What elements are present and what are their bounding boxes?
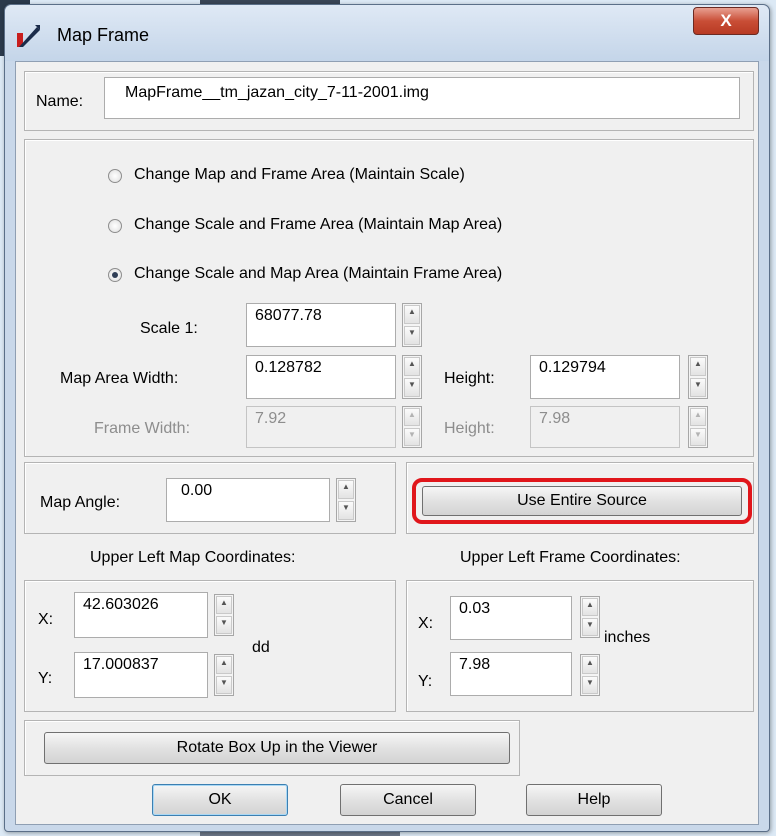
frame-y-spinner[interactable]: ▲ ▼: [580, 654, 600, 696]
map-area-width-label: Map Area Width:: [60, 370, 179, 387]
spin-down-icon: ▼: [220, 678, 228, 687]
frame-x-spinner[interactable]: ▲ ▼: [580, 596, 600, 638]
radio-maintain-map-area[interactable]: [108, 219, 122, 233]
highlight-box: [412, 478, 752, 524]
scale-field[interactable]: 68077.78: [246, 303, 396, 347]
frame-y-field[interactable]: 7.98: [450, 652, 572, 696]
map-frame-icon: [17, 25, 40, 47]
frame-x-field[interactable]: 0.03: [450, 596, 572, 640]
rotate-box-button[interactable]: Rotate Box Up in the Viewer: [44, 732, 510, 764]
name-field[interactable]: MapFrame__tm_jazan_city_7-11-2001.img: [104, 77, 740, 119]
spin-up-icon: ▲: [408, 359, 416, 368]
frame-unit-label: inches: [604, 629, 651, 646]
option-label: Change Scale and Frame Area (Maintain Ma…: [134, 216, 503, 233]
spin-down-icon: ▼: [408, 380, 416, 389]
spin-up-icon: ▲: [408, 307, 416, 316]
map-y-field[interactable]: 17.000837: [74, 652, 208, 698]
title-bar[interactable]: Map Frame X: [5, 5, 769, 61]
map-x-label: X:: [38, 611, 54, 628]
spin-down-icon: ▼: [408, 430, 416, 439]
spin-down-icon: ▼: [586, 678, 594, 687]
map-angle-spinner[interactable]: ▲ ▼: [336, 478, 356, 522]
frame-width-field: 7.92: [246, 406, 396, 448]
frame-coords-title: Upper Left Frame Coordinates:: [460, 549, 681, 566]
option-label: Change Scale and Map Area (Maintain Fram…: [134, 265, 503, 282]
map-y-label: Y:: [38, 670, 53, 687]
map-coords-title: Upper Left Map Coordinates:: [90, 549, 296, 566]
map-area-width-field[interactable]: 0.128782: [246, 355, 396, 399]
spin-up-icon: ▲: [220, 658, 228, 667]
map-area-height-label: Height:: [444, 370, 495, 387]
spin-up-icon: ▲: [694, 410, 702, 419]
option-label: Change Map and Frame Area (Maintain Scal…: [134, 166, 465, 183]
radio-maintain-frame-area[interactable]: [108, 268, 122, 282]
spin-down-icon: ▼: [220, 618, 228, 627]
close-button[interactable]: X: [693, 7, 759, 35]
ok-button[interactable]: OK: [152, 784, 288, 816]
map-frame-dialog: Map Frame X Name: MapFrame__tm_jazan_cit…: [4, 4, 770, 832]
spin-down-icon: ▼: [342, 503, 350, 512]
spin-down-icon: ▼: [586, 620, 594, 629]
frame-width-label: Frame Width:: [94, 420, 191, 437]
spin-up-icon: ▲: [586, 658, 594, 667]
spin-up-icon: ▲: [342, 482, 350, 491]
spin-up-icon: ▲: [586, 600, 594, 609]
spin-down-icon: ▼: [408, 328, 416, 337]
frame-height-field: 7.98: [530, 406, 680, 448]
map-area-width-spinner[interactable]: ▲ ▼: [402, 355, 422, 399]
spin-down-icon: ▼: [694, 430, 702, 439]
frame-y-label: Y:: [418, 673, 433, 690]
spin-up-icon: ▲: [220, 598, 228, 607]
map-area-height-spinner[interactable]: ▲ ▼: [688, 355, 708, 399]
spin-up-icon: ▲: [694, 359, 702, 368]
map-angle-label: Map Angle:: [40, 494, 121, 511]
spin-down-icon: ▼: [694, 380, 702, 389]
dialog-title: Map Frame: [57, 25, 150, 45]
frame-width-spinner: ▲ ▼: [402, 406, 422, 448]
map-x-field[interactable]: 42.603026: [74, 592, 208, 638]
scale-spinner[interactable]: ▲ ▼: [402, 303, 422, 347]
map-x-spinner[interactable]: ▲ ▼: [214, 594, 234, 636]
scale-label: Scale 1:: [140, 320, 198, 337]
radio-maintain-scale[interactable]: [108, 169, 122, 183]
name-label: Name:: [36, 93, 84, 110]
help-button[interactable]: Help: [526, 784, 662, 816]
spin-up-icon: ▲: [408, 410, 416, 419]
map-unit-label: dd: [252, 639, 270, 656]
frame-height-label: Height:: [444, 420, 495, 437]
map-y-spinner[interactable]: ▲ ▼: [214, 654, 234, 696]
frame-height-spinner: ▲ ▼: [688, 406, 708, 448]
frame-x-label: X:: [418, 615, 434, 632]
dialog-client-area: Name: MapFrame__tm_jazan_city_7-11-2001.…: [15, 61, 759, 825]
cancel-button[interactable]: Cancel: [340, 784, 476, 816]
map-angle-field[interactable]: 0.00: [166, 478, 330, 522]
map-area-height-field[interactable]: 0.129794: [530, 355, 680, 399]
